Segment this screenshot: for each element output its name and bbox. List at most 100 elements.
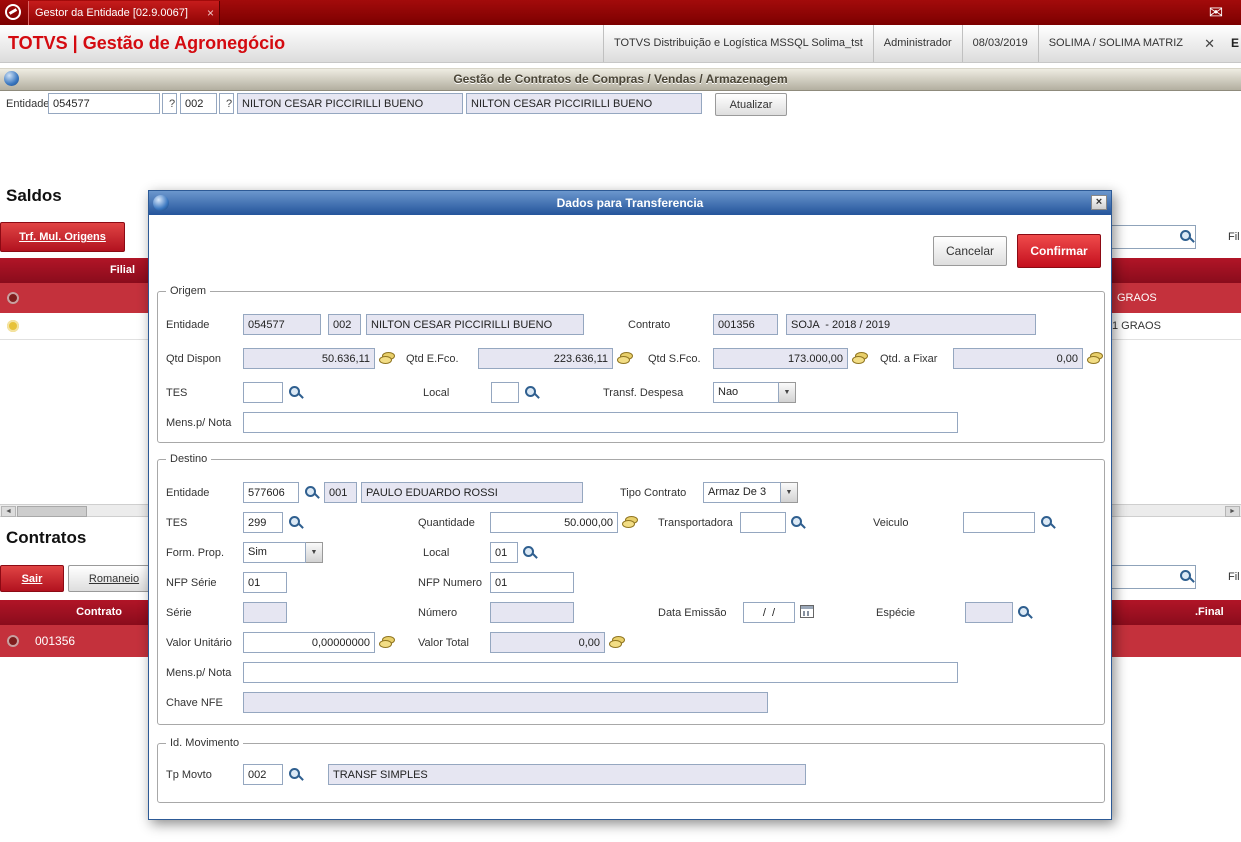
destino-local-label: Local bbox=[423, 547, 450, 559]
transfer-dialog: Dados para Transferencia × Cancelar Conf… bbox=[148, 190, 1112, 820]
valor-unitario-label: Valor Unitário bbox=[166, 637, 232, 649]
transportadora-input[interactable] bbox=[740, 512, 786, 533]
tipo-contrato-select[interactable]: Armaz De 3 ▼ bbox=[703, 482, 798, 503]
contrato-number: 001356 bbox=[35, 634, 76, 648]
calendar-icon[interactable] bbox=[800, 605, 814, 618]
especie-input[interactable] bbox=[965, 602, 1013, 623]
tab-close-icon[interactable]: × bbox=[207, 1, 214, 25]
search-icon[interactable] bbox=[1179, 569, 1194, 585]
destino-tes-input[interactable] bbox=[243, 512, 283, 533]
origem-legend: Origem bbox=[166, 284, 211, 298]
contratos-search-input[interactable] bbox=[1098, 565, 1196, 589]
numero-field bbox=[490, 602, 574, 623]
nfp-numero-input[interactable] bbox=[490, 572, 574, 593]
search-icon[interactable] bbox=[288, 385, 303, 401]
contratos-col-final: .Final bbox=[1195, 606, 1224, 618]
destino-entidade-codigo-input[interactable] bbox=[243, 482, 299, 503]
valor-total-field bbox=[490, 632, 605, 653]
chevron-down-icon[interactable]: ▼ bbox=[781, 482, 798, 503]
money-icon bbox=[379, 636, 395, 649]
origem-entidade-label: Entidade bbox=[166, 319, 210, 331]
tp-movto-input[interactable] bbox=[243, 764, 283, 785]
app-header: TOTVS | Gestão de Agronegócio TOTVS Dist… bbox=[0, 25, 1241, 63]
origem-contrato-codigo bbox=[713, 314, 778, 335]
origem-tes-label: TES bbox=[166, 387, 188, 399]
form-prop-select[interactable]: Sim ▼ bbox=[243, 542, 323, 563]
search-icon[interactable] bbox=[524, 385, 539, 401]
qtd-sfco-field bbox=[713, 348, 848, 369]
veiculo-label: Veiculo bbox=[873, 517, 909, 529]
destino-mens-input[interactable] bbox=[243, 662, 958, 683]
origem-mens-label: Mens.p/ Nota bbox=[166, 417, 232, 429]
saldos-search-input[interactable] bbox=[1098, 225, 1196, 249]
search-icon[interactable] bbox=[288, 515, 303, 531]
scrollbar-thumb[interactable] bbox=[17, 506, 87, 517]
search-icon[interactable] bbox=[1040, 515, 1055, 531]
entidade-store-help-button[interactable]: ? bbox=[219, 93, 234, 114]
entidade-store-input[interactable] bbox=[180, 93, 217, 114]
atualizar-button[interactable]: Atualizar bbox=[715, 93, 787, 116]
tipo-contrato-value: Armaz De 3 bbox=[703, 482, 781, 503]
trf-mul-origens-button[interactable]: Trf. Mul. Origens bbox=[0, 222, 125, 252]
chevron-down-icon[interactable]: ▼ bbox=[306, 542, 323, 563]
app-brand-title: TOTVS | Gestão de Agronegócio bbox=[8, 33, 286, 53]
qtd-efco-label: Qtd E.Fco. bbox=[406, 353, 459, 365]
origem-entidade-loja bbox=[328, 314, 361, 335]
nfp-serie-input[interactable] bbox=[243, 572, 287, 593]
movimento-group: Id. Movimento Tp Movto bbox=[157, 736, 1105, 803]
destino-legend: Destino bbox=[166, 452, 212, 466]
qtd-efco-field bbox=[478, 348, 613, 369]
quantidade-input[interactable] bbox=[490, 512, 618, 533]
saldos-filter-label: Fil bbox=[1228, 231, 1240, 243]
scroll-right-icon[interactable]: ► bbox=[1225, 506, 1240, 517]
dialog-close-icon[interactable]: × bbox=[1091, 195, 1107, 210]
origem-local-input[interactable] bbox=[491, 382, 519, 403]
transf-despesa-label: Transf. Despesa bbox=[603, 387, 684, 399]
data-emissao-input[interactable] bbox=[743, 602, 795, 623]
transf-despesa-value: Nao bbox=[713, 382, 779, 403]
search-icon[interactable] bbox=[522, 545, 537, 561]
transf-despesa-select[interactable]: Nao ▼ bbox=[713, 382, 796, 403]
origem-tes-input[interactable] bbox=[243, 382, 283, 403]
dialog-title: Dados para Transferencia bbox=[556, 196, 704, 210]
search-icon[interactable] bbox=[304, 485, 319, 501]
screen: Gestor da Entidade [02.9.0067] × ✉ TOTVS… bbox=[0, 0, 1241, 842]
search-icon[interactable] bbox=[790, 515, 805, 531]
form-prop-value: Sim bbox=[243, 542, 306, 563]
valor-unitario-input[interactable] bbox=[243, 632, 375, 653]
header-close-icon[interactable]: ✕ bbox=[1204, 25, 1215, 62]
mail-icon[interactable]: ✉ bbox=[1209, 1, 1223, 25]
destino-entidade-label: Entidade bbox=[166, 487, 210, 499]
qtd-fixar-field bbox=[953, 348, 1083, 369]
entidade-code-input[interactable] bbox=[48, 93, 160, 114]
money-icon bbox=[617, 352, 633, 365]
search-icon[interactable] bbox=[288, 767, 303, 783]
destino-tes-label: TES bbox=[166, 517, 188, 529]
status-icon bbox=[7, 292, 19, 304]
search-icon[interactable] bbox=[1179, 229, 1194, 245]
origem-local-label: Local bbox=[423, 387, 450, 399]
search-icon[interactable] bbox=[1017, 605, 1032, 621]
scroll-left-icon[interactable]: ◄ bbox=[1, 506, 16, 517]
especie-label: Espécie bbox=[876, 607, 916, 619]
confirmar-button[interactable]: Confirmar bbox=[1017, 234, 1101, 268]
routine-header: Gestão de Contratos de Compras / Vendas … bbox=[0, 68, 1241, 91]
cancelar-button[interactable]: Cancelar bbox=[933, 236, 1007, 266]
origem-contrato-desc bbox=[786, 314, 1036, 335]
data-emissao-label: Data Emissão bbox=[658, 607, 727, 619]
veiculo-input[interactable] bbox=[963, 512, 1035, 533]
app-tab[interactable]: Gestor da Entidade [02.9.0067] × bbox=[28, 1, 220, 25]
money-icon bbox=[852, 352, 868, 365]
date-label: 08/03/2019 bbox=[961, 25, 1038, 62]
routine-title: Gestão de Contratos de Compras / Vendas … bbox=[453, 72, 788, 86]
sair-button[interactable]: Sair bbox=[0, 565, 64, 592]
entidade-name-field bbox=[237, 93, 463, 114]
tp-movto-desc-field bbox=[328, 764, 806, 785]
transportadora-label: Transportadora bbox=[658, 517, 733, 529]
entidade-code-help-button[interactable]: ? bbox=[162, 93, 177, 114]
romaneio-button[interactable]: Romaneio bbox=[68, 565, 160, 592]
destino-mens-label: Mens.p/ Nota bbox=[166, 667, 232, 679]
origem-mens-input[interactable] bbox=[243, 412, 958, 433]
destino-local-input[interactable] bbox=[490, 542, 518, 563]
chevron-down-icon[interactable]: ▼ bbox=[779, 382, 796, 403]
